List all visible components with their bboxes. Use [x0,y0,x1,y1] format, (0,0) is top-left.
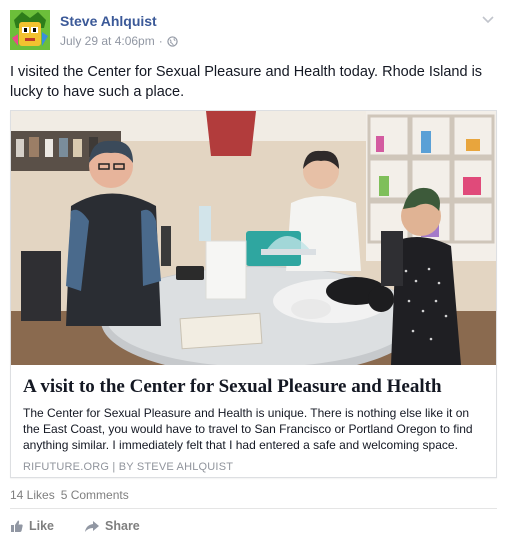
link-card-body: A visit to the Center for Sexual Pleasur… [23,375,485,473]
likes-count[interactable]: 14 Likes [10,488,55,502]
link-card[interactable]: A visit to the Center for Sexual Pleasur… [10,110,497,478]
post-stats: 14 Likes 5 Comments [10,488,129,502]
divider [10,508,497,509]
link-card-source: RIFUTURE.ORG | BY STEVE AHLQUIST [23,461,234,473]
link-card-description: The Center for Sexual Pleasure and Healt… [23,406,473,452]
thumbs-up-icon [11,520,23,532]
comments-count[interactable]: 5 Comments [61,488,129,502]
post-text: I visited the Center for Sexual Pleasure… [10,64,483,100]
post-header: Steve Ahlquist July 29 at 4:06pm · [10,10,497,52]
post-actions: Like Share [10,519,140,533]
meta-separator: · [158,34,163,48]
post-meta: July 29 at 4:06pm · [60,34,178,48]
public-globe-icon[interactable] [167,35,178,47]
link-card-photo [11,111,496,365]
share-label: Share [105,519,140,533]
chevron-down-icon[interactable] [481,12,495,26]
avatar[interactable] [10,10,50,50]
like-button[interactable]: Like [10,519,54,533]
author-name[interactable]: Steve Ahlquist [60,13,157,29]
share-button[interactable]: Share [84,519,140,533]
share-arrow-icon [85,520,100,532]
post-timestamp[interactable]: July 29 at 4:06pm [60,34,155,48]
link-card-title[interactable]: A visit to the Center for Sexual Pleasur… [23,375,485,399]
like-label: Like [29,519,55,533]
